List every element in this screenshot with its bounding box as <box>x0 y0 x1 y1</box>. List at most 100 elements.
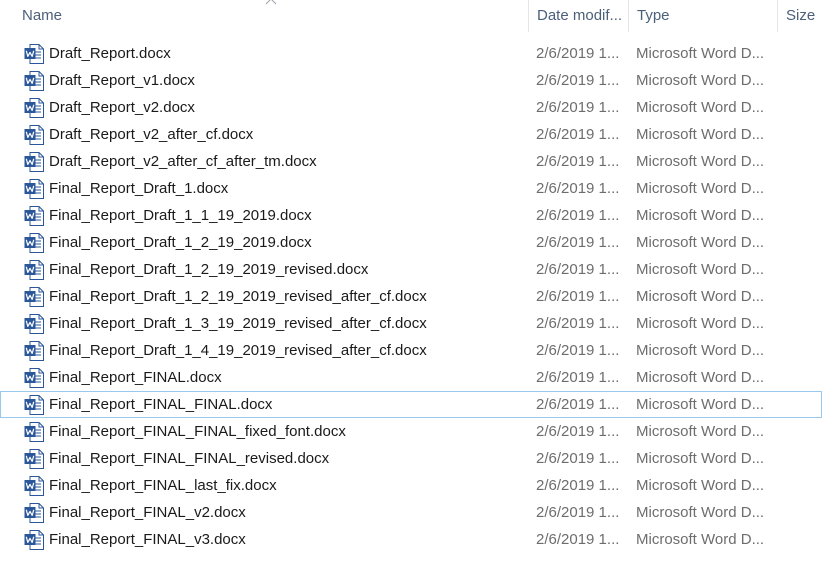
word-doc-icon <box>24 476 44 496</box>
word-doc-icon <box>24 422 44 442</box>
file-type: Microsoft Word D... <box>636 504 765 521</box>
word-doc-icon <box>24 395 44 415</box>
file-type: Microsoft Word D... <box>636 288 765 305</box>
word-doc-icon <box>24 449 44 469</box>
file-name: Final_Report_Draft_1_2_19_2019.docx <box>49 234 312 251</box>
file-date-modified: 2/6/2019 1... <box>536 207 620 224</box>
file-date-modified: 2/6/2019 1... <box>536 180 620 197</box>
file-date-modified: 2/6/2019 1... <box>536 504 620 521</box>
file-name: Draft_Report_v2_after_cf.docx <box>49 126 254 143</box>
file-date-modified: 2/6/2019 1... <box>536 234 620 251</box>
file-type: Microsoft Word D... <box>636 180 765 197</box>
file-name: Final_Report_Draft_1_2_19_2019_revised.d… <box>49 261 369 278</box>
file-row[interactable]: Final_Report_Draft_1_2_19_2019_revised_a… <box>0 283 822 310</box>
file-name: Final_Report_FINAL_FINAL_revised.docx <box>49 450 330 467</box>
word-doc-icon <box>24 368 44 388</box>
file-row[interactable]: Draft_Report.docx 2/6/2019 1... Microsoft … <box>0 40 822 67</box>
file-type: Microsoft Word D... <box>636 531 765 548</box>
file-date-modified: 2/6/2019 1... <box>536 477 620 494</box>
file-date-modified: 2/6/2019 1... <box>536 99 620 116</box>
file-type: Microsoft Word D... <box>636 369 765 386</box>
file-name: Draft_Report_v2_after_cf_after_tm.docx <box>49 153 317 170</box>
file-date-modified: 2/6/2019 1... <box>536 315 620 332</box>
file-type: Microsoft Word D... <box>636 153 765 170</box>
file-type: Microsoft Word D... <box>636 45 765 62</box>
word-doc-icon <box>24 530 44 550</box>
word-doc-icon <box>24 152 44 172</box>
file-row[interactable]: Final_Report_Draft_1_2_19_2019_revised.d… <box>0 256 822 283</box>
file-name: Final_Report_Draft_1_2_19_2019_revised_a… <box>49 288 427 305</box>
file-list: Draft_Report.docx 2/6/2019 1... Microsoft … <box>0 40 822 553</box>
file-date-modified: 2/6/2019 1... <box>536 126 620 143</box>
file-type: Microsoft Word D... <box>636 99 765 116</box>
word-doc-icon <box>24 287 44 307</box>
file-type: Microsoft Word D... <box>636 315 765 332</box>
file-name: Final_Report_FINAL_last_fix.docx <box>49 477 277 494</box>
file-type: Microsoft Word D... <box>636 72 765 89</box>
word-doc-icon <box>24 98 44 118</box>
file-date-modified: 2/6/2019 1... <box>536 45 620 62</box>
file-name: Final_Report_FINAL_FINAL.docx <box>49 396 273 413</box>
word-doc-icon <box>24 503 44 523</box>
file-row[interactable]: Final_Report_FINAL_last_fix.docx 2/6/2019… <box>0 472 822 499</box>
file-row[interactable]: Final_Report_FINAL_v2.docx 2/6/2019 1... M… <box>0 499 822 526</box>
file-date-modified: 2/6/2019 1... <box>536 450 620 467</box>
word-doc-icon <box>24 314 44 334</box>
file-row[interactable]: Final_Report_FINAL_FINAL.docx 2/6/2019 1.… <box>0 391 822 418</box>
file-name: Final_Report_FINAL_v2.docx <box>49 504 246 521</box>
file-row[interactable]: Draft_Report_v2_after_cf.docx 2/6/2019 1.… <box>0 121 822 148</box>
file-name: Draft_Report_v2.docx <box>49 99 195 116</box>
file-row[interactable]: Final_Report_FINAL.docx 2/6/2019 1... Micr… <box>0 364 822 391</box>
file-name: Final_Report_Draft_1_3_19_2019_revised_a… <box>49 315 427 332</box>
file-date-modified: 2/6/2019 1... <box>536 72 620 89</box>
file-date-modified: 2/6/2019 1... <box>536 396 620 413</box>
file-row[interactable]: Final_Report_Draft_1_3_19_2019_revised_a… <box>0 310 822 337</box>
word-doc-icon <box>24 179 44 199</box>
file-row[interactable]: Final_Report_Draft_1.docx 2/6/2019 1... Mi… <box>0 175 822 202</box>
column-header-date-modified[interactable]: Date modif... <box>529 0 628 32</box>
file-row[interactable]: Final_Report_Draft_1_4_19_2019_revised_a… <box>0 337 822 364</box>
column-header-row: Name Date modif... Type Size <box>0 0 822 32</box>
file-row[interactable]: Final_Report_FINAL_v3.docx 2/6/2019 1... M… <box>0 526 822 553</box>
file-type: Microsoft Word D... <box>636 261 765 278</box>
column-header-type[interactable]: Type <box>629 0 777 32</box>
file-explorer-details-view: Name Date modif... Type Size Draft_Repor… <box>0 0 822 565</box>
file-name: Final_Report_FINAL_FINAL_fixed_font.docx <box>49 423 346 440</box>
word-doc-icon <box>24 125 44 145</box>
word-doc-icon <box>24 44 44 64</box>
file-date-modified: 2/6/2019 1... <box>536 342 620 359</box>
file-row[interactable]: Final_Report_FINAL_FINAL_revised.docx 2/6… <box>0 445 822 472</box>
word-doc-icon <box>24 233 44 253</box>
file-name: Final_Report_FINAL_v3.docx <box>49 531 246 548</box>
column-header-size[interactable]: Size <box>778 0 822 32</box>
file-date-modified: 2/6/2019 1... <box>536 531 620 548</box>
file-row[interactable]: Draft_Report_v2.docx 2/6/2019 1... Microso… <box>0 94 822 121</box>
file-row[interactable]: Final_Report_Draft_1_2_19_2019.docx 2/6/2… <box>0 229 822 256</box>
word-doc-icon <box>24 206 44 226</box>
file-name: Final_Report_FINAL.docx <box>49 369 222 386</box>
file-type: Microsoft Word D... <box>636 126 765 143</box>
file-row[interactable]: Final_Report_FINAL_FINAL_fixed_font.docx… <box>0 418 822 445</box>
file-row[interactable]: Draft_Report_v2_after_cf_after_tm.docx 2/… <box>0 148 822 175</box>
file-type: Microsoft Word D... <box>636 342 765 359</box>
file-date-modified: 2/6/2019 1... <box>536 261 620 278</box>
sort-ascending-icon <box>265 0 277 5</box>
file-type: Microsoft Word D... <box>636 234 765 251</box>
file-name: Final_Report_Draft_1.docx <box>49 180 229 197</box>
file-row[interactable]: Final_Report_Draft_1_1_19_2019.docx 2/6/2… <box>0 202 822 229</box>
file-name: Draft_Report_v1.docx <box>49 72 195 89</box>
file-name: Draft_Report.docx <box>49 45 171 62</box>
file-date-modified: 2/6/2019 1... <box>536 153 620 170</box>
file-date-modified: 2/6/2019 1... <box>536 369 620 386</box>
file-name: Final_Report_Draft_1_1_19_2019.docx <box>49 207 312 224</box>
file-type: Microsoft Word D... <box>636 477 765 494</box>
file-date-modified: 2/6/2019 1... <box>536 288 620 305</box>
file-row[interactable]: Draft_Report_v1.docx 2/6/2019 1... Microso… <box>0 67 822 94</box>
file-name: Final_Report_Draft_1_4_19_2019_revised_a… <box>49 342 427 359</box>
file-type: Microsoft Word D... <box>636 423 765 440</box>
word-doc-icon <box>24 71 44 91</box>
word-doc-icon <box>24 341 44 361</box>
file-date-modified: 2/6/2019 1... <box>536 423 620 440</box>
file-type: Microsoft Word D... <box>636 450 765 467</box>
file-type: Microsoft Word D... <box>636 396 765 413</box>
